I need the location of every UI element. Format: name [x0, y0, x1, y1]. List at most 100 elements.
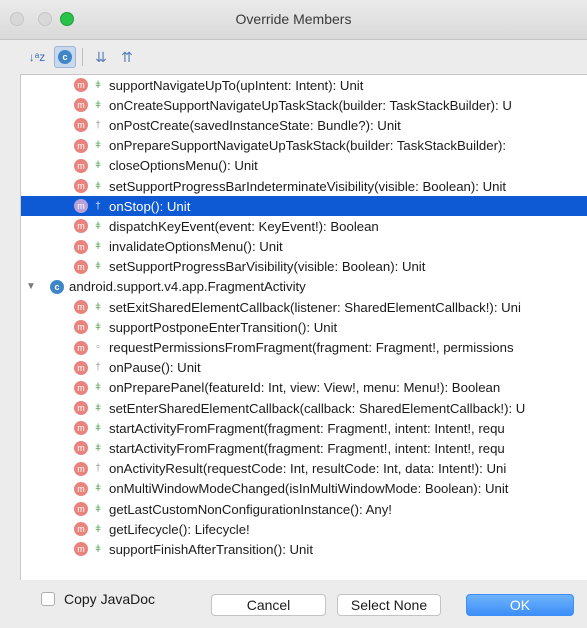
- public-visibility-icon: ǂ: [95, 261, 101, 273]
- protected-visibility-icon: †: [95, 119, 101, 131]
- member-row[interactable]: m ǂ getLifecycle(): Lifecycle!: [21, 519, 587, 539]
- override-members-dialog: Override Members ↓ᵃz c ⇊ ⇈ m ǂ supportNavi…: [0, 0, 587, 628]
- member-signature: setExitSharedElementCallback(listener: S…: [109, 299, 521, 315]
- class-icon: c: [58, 50, 72, 64]
- member-signature: onActivityResult(requestCode: Int, resul…: [109, 461, 507, 477]
- public-visibility-icon: ǂ: [95, 180, 101, 192]
- public-visibility-icon: ǂ: [95, 503, 101, 515]
- collapse-all-icon[interactable]: ⇈: [116, 46, 138, 68]
- method-icon: m: [74, 502, 88, 517]
- copy-javadoc-checkbox[interactable]: [41, 592, 55, 606]
- member-row[interactable]: m ǂ startActivityFromFragment(fragment: Fr…: [21, 418, 587, 438]
- method-icon: m: [74, 138, 88, 153]
- method-icon: m: [74, 320, 88, 335]
- member-row[interactable]: m ǂ setExitSharedElementCallback(listener:…: [21, 297, 587, 317]
- member-signature: setEnterSharedElementCallback(callback: …: [109, 400, 526, 416]
- member-row[interactable]: m ǂ setSupportProgressBarIndeterminateVisi…: [21, 176, 587, 196]
- member-signature: setSupportProgressBarVisibility(visible:…: [109, 259, 426, 275]
- public-visibility-icon: ǂ: [95, 382, 101, 394]
- method-icon: m: [74, 380, 88, 395]
- member-row[interactable]: m † onActivityResult(requestCode: Int, res…: [21, 459, 587, 479]
- member-signature: setSupportProgressBarIndeterminateVisibi…: [109, 178, 507, 194]
- member-row[interactable]: m ǂ onCreateSupportNavigateUpTaskStack(bui…: [21, 95, 587, 115]
- member-signature: onMultiWindowModeChanged(isInMultiWindow…: [109, 481, 509, 497]
- protected-visibility-icon: †: [95, 362, 101, 374]
- public-visibility-icon: ǂ: [95, 483, 101, 495]
- protected-visibility-icon: †: [95, 463, 101, 475]
- public-visibility-icon: ǂ: [95, 79, 101, 91]
- member-signature: startActivityFromFragment(fragment: Frag…: [109, 420, 505, 436]
- method-icon: m: [74, 441, 88, 456]
- cancel-button[interactable]: Cancel: [211, 594, 326, 616]
- method-icon: m: [74, 158, 88, 173]
- member-signature: onStop(): Unit: [109, 198, 191, 214]
- public-visibility-icon: ǂ: [95, 99, 101, 111]
- expand-all-icon[interactable]: ⇊: [90, 46, 112, 68]
- member-signature: invalidateOptionsMenu(): Unit: [109, 239, 283, 255]
- class-group-name: android.support.v4.app.FragmentActivity: [69, 279, 306, 295]
- public-visibility-icon: ǂ: [95, 301, 101, 313]
- public-visibility-icon: ǂ: [95, 321, 101, 333]
- collapse-arrow-icon[interactable]: ▼: [26, 281, 42, 292]
- member-row[interactable]: m ǂ onPreparePanel(featureId: Int, view: V…: [21, 378, 587, 398]
- method-icon: m: [74, 219, 88, 234]
- select-none-button[interactable]: Select None: [337, 594, 441, 616]
- public-visibility-icon: ǂ: [95, 220, 101, 232]
- show-classes-toggle[interactable]: c: [54, 46, 76, 68]
- member-signature: onPostCreate(savedInstanceState: Bundle?…: [109, 117, 401, 133]
- method-icon: m: [74, 360, 88, 375]
- method-icon: m: [74, 239, 88, 254]
- member-row[interactable]: m ǂ dispatchKeyEvent(event: KeyEvent!): Bo…: [21, 216, 587, 236]
- member-row[interactable]: m ǂ setSupportProgressBarVisibility(visibl…: [21, 257, 587, 277]
- method-icon: m: [74, 421, 88, 436]
- member-signature: supportPostponeEnterTransition(): Unit: [109, 319, 338, 335]
- member-signature: startActivityFromFragment(fragment: Frag…: [109, 440, 505, 456]
- member-row[interactable]: m ǂ supportNavigateUpTo(upIntent: Intent):…: [21, 75, 587, 95]
- member-signature: onCreateSupportNavigateUpTaskStack(build…: [109, 97, 512, 113]
- member-signature: getLastCustomNonConfigurationInstance():…: [109, 501, 392, 517]
- window-title: Override Members: [235, 11, 352, 27]
- member-signature: onPause(): Unit: [109, 360, 201, 376]
- member-row[interactable]: m † onPostCreate(savedInstanceState: Bundl…: [21, 115, 587, 135]
- method-icon: m: [74, 98, 88, 113]
- public-visibility-icon: ǂ: [95, 160, 101, 172]
- member-signature: onPrepareSupportNavigateUpTaskStack(buil…: [109, 138, 507, 154]
- member-row[interactable]: m ǂ getLastCustomNonConfigurationInstance(…: [21, 499, 587, 519]
- copy-javadoc-label: Copy JavaDoc: [64, 591, 156, 607]
- member-row[interactable]: m ǂ supportPostponeEnterTransition(): Unit: [21, 317, 587, 337]
- package-visibility-icon: ∘: [94, 342, 102, 354]
- method-icon: m: [74, 481, 88, 496]
- member-row[interactable]: m ǂ onMultiWindowModeChanged(isInMultiWind…: [21, 479, 587, 499]
- member-row[interactable]: m ǂ closeOptionsMenu(): Unit: [21, 156, 587, 176]
- member-row[interactable]: m ∘ requestPermissionsFromFragment(fragmen…: [21, 337, 587, 357]
- member-row[interactable]: m ǂ onPrepareSupportNavigateUpTaskStack(bu…: [21, 136, 587, 156]
- member-signature: getLifecycle(): Lifecycle!: [109, 521, 250, 537]
- public-visibility-icon: ǂ: [95, 422, 101, 434]
- member-row[interactable]: m † onPause(): Unit: [21, 358, 587, 378]
- toolbar: ↓ᵃz c ⇊ ⇈: [0, 40, 587, 74]
- method-icon: m: [74, 542, 88, 557]
- method-icon: m: [74, 78, 88, 93]
- public-visibility-icon: ǂ: [95, 402, 101, 414]
- member-row[interactable]: m ǂ setEnterSharedElementCallback(callback…: [21, 398, 587, 418]
- method-icon: m: [74, 199, 88, 214]
- method-icon: m: [74, 522, 88, 537]
- member-row[interactable]: m † onStop(): Unit: [21, 196, 587, 217]
- sort-alphabetically-icon[interactable]: ↓ᵃz: [26, 46, 48, 68]
- member-signature: dispatchKeyEvent(event: KeyEvent!): Bool…: [109, 218, 379, 234]
- member-row[interactable]: m ǂ supportFinishAfterTransition(): Unit: [21, 539, 587, 559]
- member-row[interactable]: m ǂ startActivityFromFragment(fragment: Fr…: [21, 438, 587, 458]
- method-icon: m: [74, 118, 88, 133]
- class-icon: c: [50, 279, 64, 294]
- member-row[interactable]: m ǂ invalidateOptionsMenu(): Unit: [21, 237, 587, 257]
- members-tree[interactable]: m ǂ supportNavigateUpTo(upIntent: Intent):…: [20, 74, 587, 580]
- class-group-row[interactable]: ▼ c android.support.v4.app.FragmentActivit…: [21, 277, 587, 297]
- ok-button[interactable]: OK: [466, 594, 574, 616]
- method-icon: m: [74, 340, 88, 355]
- member-signature: onPreparePanel(featureId: Int, view: Vie…: [109, 380, 501, 396]
- dialog-footer: Copy JavaDoc Cancel Select None OK: [0, 580, 587, 628]
- method-icon: m: [74, 401, 88, 416]
- public-visibility-icon: ǂ: [95, 442, 101, 454]
- public-visibility-icon: ǂ: [95, 543, 101, 555]
- member-signature: supportFinishAfterTransition(): Unit: [109, 541, 313, 557]
